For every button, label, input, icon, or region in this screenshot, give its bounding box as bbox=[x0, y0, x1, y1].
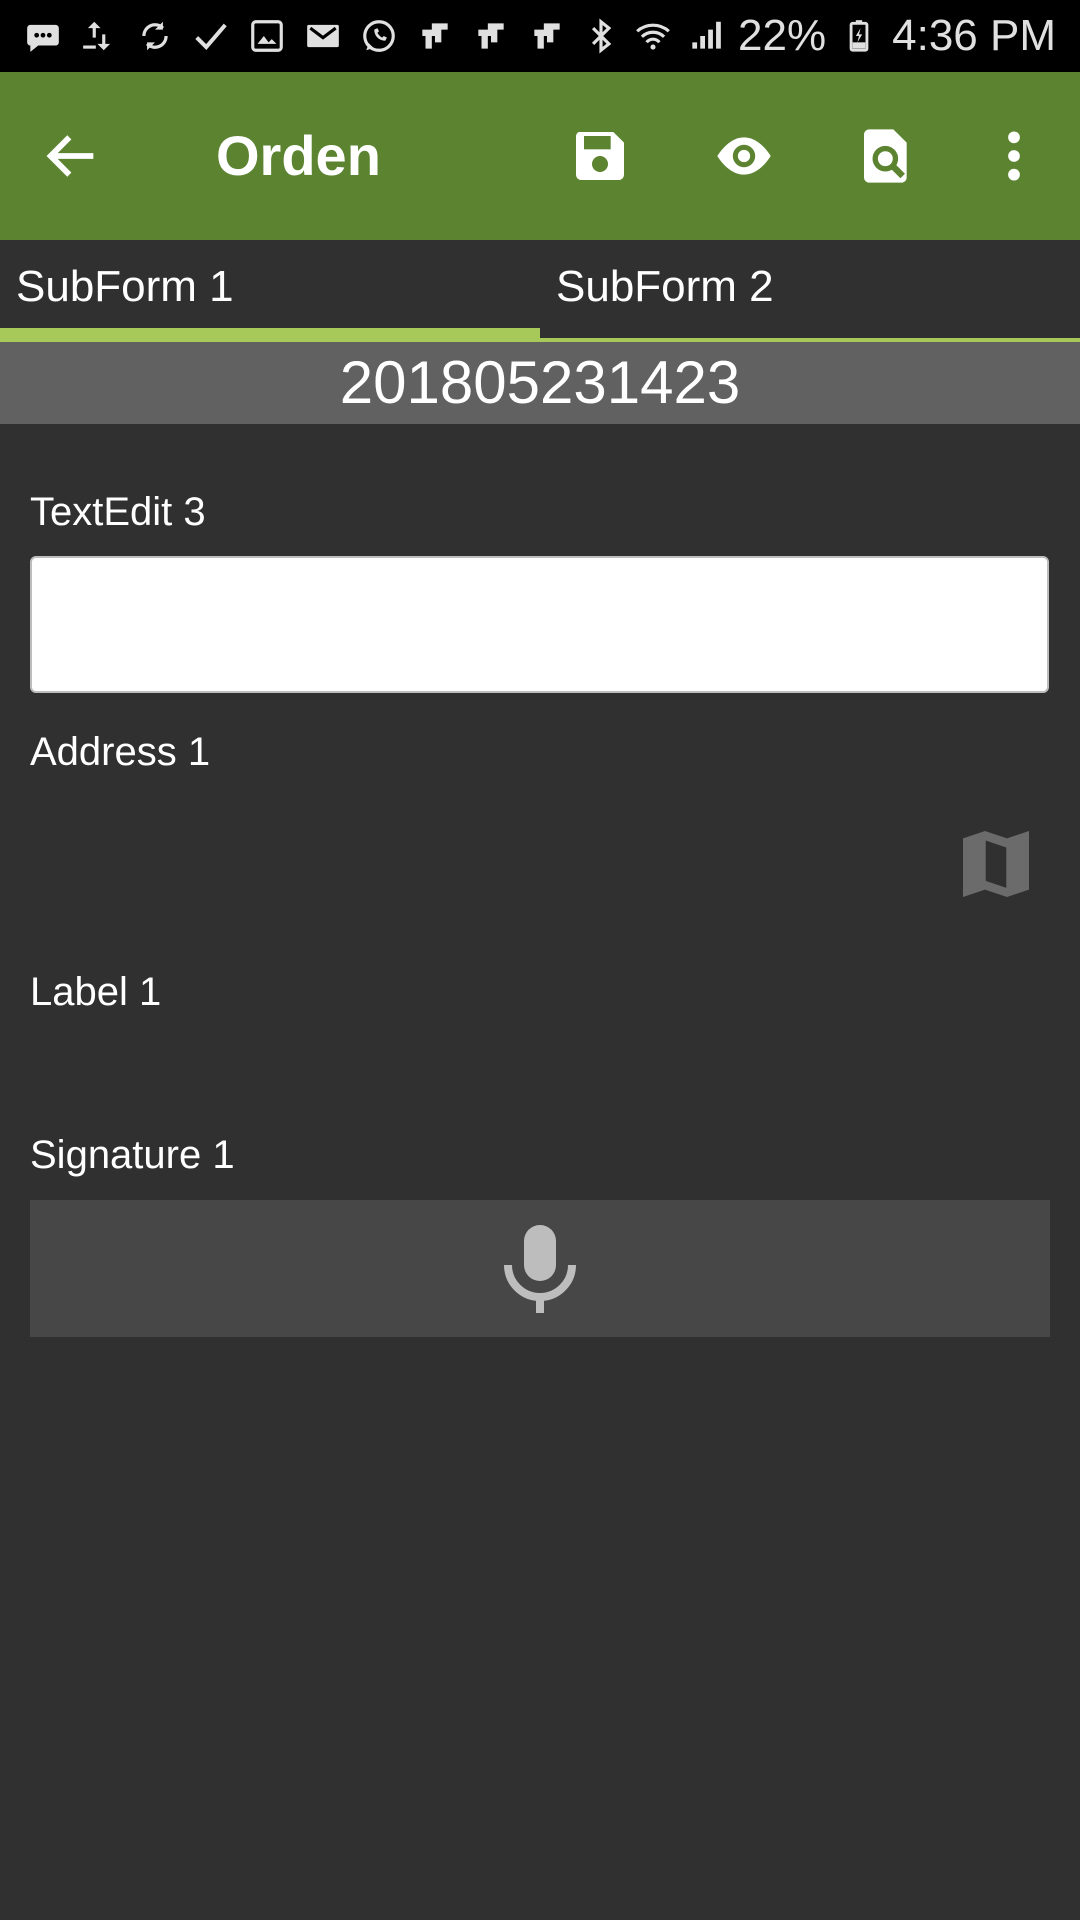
map-button[interactable] bbox=[952, 820, 1040, 908]
app-bar: Orden bbox=[0, 72, 1080, 240]
status-bar: 22% 4:36 PM bbox=[0, 0, 1080, 72]
back-button[interactable] bbox=[40, 124, 104, 188]
bluetooth-icon bbox=[582, 17, 620, 55]
signature-capture-button[interactable] bbox=[30, 1200, 1050, 1337]
battery-icon bbox=[840, 17, 878, 55]
messages-icon bbox=[24, 17, 62, 55]
document-search-button[interactable] bbox=[856, 124, 920, 188]
transfer-icon bbox=[80, 17, 118, 55]
microphone-icon bbox=[504, 1224, 576, 1313]
image-icon bbox=[248, 17, 286, 55]
battery-percent: 22% bbox=[738, 11, 827, 60]
arrow-back-icon bbox=[46, 135, 94, 177]
system-status: 22% 4:36 PM bbox=[582, 11, 1056, 61]
eye-icon bbox=[717, 137, 771, 175]
app-icon bbox=[472, 17, 510, 55]
save-button[interactable] bbox=[568, 124, 632, 188]
label-1: Label 1 bbox=[30, 970, 162, 1014]
save-icon bbox=[575, 132, 624, 180]
tab-label: SubForm 1 bbox=[16, 262, 234, 311]
notification-icons bbox=[24, 17, 566, 55]
page-title: Orden bbox=[216, 124, 381, 187]
signature-label: Signature 1 bbox=[30, 1133, 235, 1177]
document-search-icon bbox=[864, 129, 907, 183]
textedit-field[interactable] bbox=[30, 556, 1049, 693]
map-icon bbox=[963, 831, 1029, 897]
order-number: 201805231423 bbox=[0, 342, 1080, 424]
sync-icon bbox=[136, 17, 174, 55]
app-icon bbox=[416, 17, 454, 55]
tab-bar: SubForm 1 SubForm 2 bbox=[0, 240, 1080, 342]
tab-label: SubForm 2 bbox=[556, 262, 774, 311]
gmail-icon bbox=[304, 17, 342, 55]
tab-subform-2[interactable]: SubForm 2 bbox=[540, 240, 1080, 342]
address-label: Address 1 bbox=[30, 730, 211, 774]
app-icon bbox=[528, 17, 566, 55]
more-vert-icon bbox=[1008, 131, 1020, 181]
wifi-icon bbox=[634, 17, 672, 55]
whatsapp-icon bbox=[360, 17, 398, 55]
check-icon bbox=[192, 17, 230, 55]
textedit-label: TextEdit 3 bbox=[30, 490, 206, 534]
more-options-button[interactable] bbox=[982, 124, 1046, 188]
preview-button[interactable] bbox=[712, 124, 776, 188]
signal-icon bbox=[686, 17, 724, 55]
tab-indicator-active bbox=[0, 328, 540, 342]
clock: 4:36 PM bbox=[892, 11, 1056, 60]
tab-subform-1[interactable]: SubForm 1 bbox=[0, 240, 540, 342]
